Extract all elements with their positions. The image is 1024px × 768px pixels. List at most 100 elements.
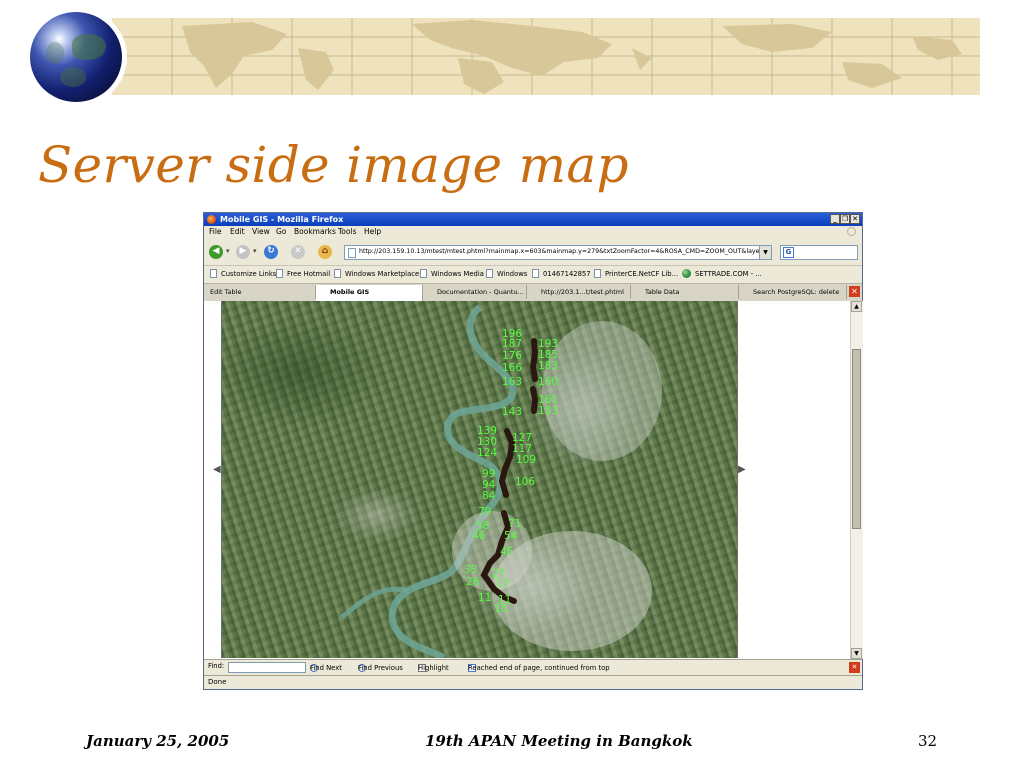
stop-icon[interactable]: ✕ xyxy=(291,245,305,259)
vertical-scrollbar[interactable]: ▲ ▼ xyxy=(850,301,863,659)
minimize-button[interactable]: _ xyxy=(830,214,840,224)
status-text: Done xyxy=(208,678,227,686)
route-label: 71 xyxy=(508,518,521,530)
route-label: 45 xyxy=(500,546,513,558)
route-label: 143 xyxy=(502,406,522,418)
route-label: 106 xyxy=(515,476,535,488)
menu-bar: File Edit View Go Bookmarks Tools Help xyxy=(204,226,862,238)
page-icon xyxy=(334,269,341,278)
route-label: 79 xyxy=(478,506,491,518)
forward-dropdown-icon[interactable]: ▾ xyxy=(253,247,257,255)
slide-title: Server side image map xyxy=(38,136,629,194)
scroll-thumb[interactable] xyxy=(852,349,861,529)
route-label: 54 xyxy=(504,530,518,542)
satellite-image-map[interactable]: 196 187 193 185 176 183 166 163 160 161 153 143 139 1… xyxy=(221,301,738,658)
route-label: 124 xyxy=(477,447,497,459)
world-map-banner xyxy=(112,18,980,95)
menu-help[interactable]: Help xyxy=(364,227,381,236)
tab-search-postgresql[interactable]: Search PostgreSQL: delete xyxy=(739,285,847,299)
route-label: 33 xyxy=(464,564,477,576)
menu-edit[interactable]: Edit xyxy=(230,227,245,236)
tab-mobile-gis[interactable]: Mobile GIS xyxy=(316,285,423,301)
close-tab-icon[interactable]: ✕ xyxy=(849,286,860,297)
footer-date: January 25, 2005 xyxy=(86,732,230,750)
route-label: 109 xyxy=(516,454,536,466)
bookmark-item[interactable]: Windows Media xyxy=(420,269,484,278)
browser-window: Mobile GIS - Mozilla Firefox _ ❐ ✕ File … xyxy=(203,212,863,690)
navigation-toolbar: ◀ ▾ ▶ ▾ ↻ ✕ ⌂ http://203.159.10.13/mtest… xyxy=(204,240,862,264)
tab-bar: Edit Table Mobile GIS Documentation - Qu… xyxy=(204,283,862,302)
bookmarks-toolbar: Customize Links Free Hotmail Windows Mar… xyxy=(204,265,862,282)
route-label: 10 xyxy=(494,603,507,615)
bookmark-item[interactable]: PrinterCE.NetCF Lib... xyxy=(594,269,678,278)
page-number: 32 xyxy=(918,732,938,750)
bookmark-item[interactable]: Windows Marketplace xyxy=(334,269,419,278)
route-label: 84 xyxy=(482,490,496,502)
bookmark-item[interactable]: Windows xyxy=(486,269,527,278)
page-content: ◀ 196 187 193 185 176 183 166 163 160 161 153 143 13… xyxy=(204,301,863,659)
reload-icon[interactable]: ↻ xyxy=(264,245,278,259)
pan-left-icon[interactable]: ◀ xyxy=(213,464,221,475)
page-icon xyxy=(348,248,356,258)
map-overlay: 196187 193185176183166163 1601611531431391… xyxy=(340,304,662,658)
globe-icon xyxy=(682,269,691,278)
url-bar[interactable]: http://203.159.10.13/mtest/mtest.phtml?m… xyxy=(344,245,772,260)
scroll-up-icon[interactable]: ▲ xyxy=(851,301,862,312)
route-label: 46 xyxy=(472,530,486,542)
route-label: 187 xyxy=(502,338,522,350)
urban-area xyxy=(542,321,662,461)
status-bar: Done xyxy=(204,675,862,690)
close-find-bar-icon[interactable]: ✕ xyxy=(849,662,860,673)
back-dropdown-icon[interactable]: ▾ xyxy=(226,247,230,255)
tab-test-phtml[interactable]: http://203.1...t/test.phtml xyxy=(527,285,631,299)
firefox-icon xyxy=(207,215,216,224)
route-label: 26 xyxy=(466,576,480,588)
back-arrow-icon[interactable]: ◀ xyxy=(209,245,223,259)
menu-file[interactable]: File xyxy=(209,227,222,236)
google-search-icon[interactable]: G xyxy=(783,247,794,258)
route-label: 17 xyxy=(496,578,509,590)
page-icon xyxy=(420,269,427,278)
route-segment xyxy=(498,428,516,498)
find-input[interactable] xyxy=(228,662,306,673)
route-label: 166 xyxy=(502,362,522,374)
scroll-down-icon[interactable]: ▼ xyxy=(851,648,862,659)
home-icon[interactable]: ⌂ xyxy=(318,245,332,259)
bookmark-item[interactable]: Free Hotmail xyxy=(276,269,330,278)
menu-tools[interactable]: Tools xyxy=(338,227,356,236)
route-segment xyxy=(529,338,539,382)
find-bar: Find: Find Next Find Previous Highlight … xyxy=(204,659,862,674)
tab-edit-table[interactable]: Edit Table xyxy=(206,285,316,299)
bookmark-item[interactable]: SETTRADE.COM - ... xyxy=(682,269,762,278)
route-label: 160 xyxy=(538,376,558,388)
route-label: 11 xyxy=(478,592,491,604)
page-icon xyxy=(276,269,283,278)
window-titlebar[interactable]: Mobile GIS - Mozilla Firefox _ ❐ ✕ xyxy=(204,213,862,226)
route-label: 153 xyxy=(538,405,558,417)
close-window-button[interactable]: ✕ xyxy=(850,214,860,224)
route-segment xyxy=(530,386,539,414)
find-label: Find: xyxy=(208,662,225,670)
page-icon xyxy=(532,269,539,278)
menu-view[interactable]: View xyxy=(252,227,270,236)
world-map-graphic xyxy=(112,18,980,95)
pan-right-icon[interactable]: ▶ xyxy=(738,464,746,475)
page-icon xyxy=(594,269,601,278)
bookmark-item[interactable]: 01467142857 xyxy=(532,269,591,278)
restore-button[interactable]: ❐ xyxy=(840,214,850,224)
route-label: 163 xyxy=(502,376,522,388)
tab-documentation[interactable]: Documentation - Quantu... xyxy=(423,285,527,299)
url-dropdown-icon[interactable]: ▼ xyxy=(759,246,771,259)
search-box[interactable]: G xyxy=(780,245,858,260)
page-icon xyxy=(210,269,217,278)
page-icon xyxy=(486,269,493,278)
route-label: 183 xyxy=(538,360,558,372)
tab-table-data[interactable]: Table Data xyxy=(631,285,739,299)
bookmark-item[interactable]: Customize Links xyxy=(210,269,276,278)
menu-go[interactable]: Go xyxy=(276,227,286,236)
url-text[interactable]: http://203.159.10.13/mtest/mtest.phtml?m… xyxy=(359,248,759,255)
forward-arrow-icon[interactable]: ▶ xyxy=(236,245,250,259)
footer-event: 19th APAN Meeting in Bangkok xyxy=(425,732,693,750)
menu-bookmarks[interactable]: Bookmarks xyxy=(294,227,336,236)
throbber-icon xyxy=(847,227,856,236)
